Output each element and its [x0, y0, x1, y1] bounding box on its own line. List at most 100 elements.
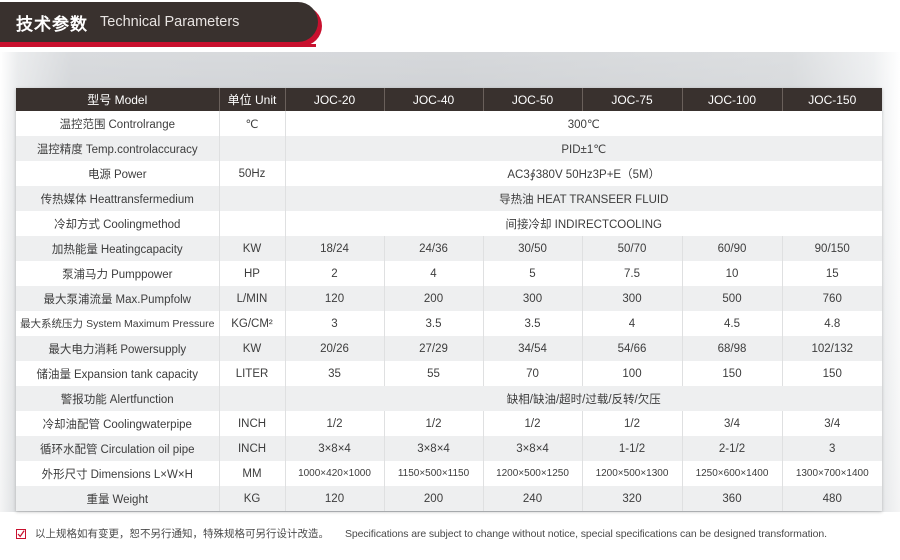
row-unit: KW — [218, 336, 285, 361]
row-label-en: Weight — [112, 493, 149, 506]
row-unit: INCH — [218, 436, 285, 461]
row-label-cn: 冷却油配管 — [42, 418, 101, 431]
row-value: 50/70 — [581, 236, 682, 261]
row-value: 90/150 — [781, 236, 882, 261]
row-unit: 50Hz — [218, 161, 285, 186]
row-value: 1300×700×1400 — [781, 461, 882, 486]
row-value: 30/50 — [482, 236, 582, 261]
row-value: 200 — [383, 486, 483, 511]
row-value: 3×8×4 — [284, 436, 384, 461]
footnote-text-en: Specifications are subject to change wit… — [345, 527, 827, 540]
row-value: 4 — [383, 261, 483, 286]
table-body: 温控范围 Controlrange ℃ 300℃ 温控精度 Temp.controlacc… — [16, 111, 882, 511]
row-unit — [218, 211, 285, 236]
row-unit: HP — [218, 261, 285, 286]
row-label-en: Pumppower — [111, 268, 173, 281]
table-row: 重量 Weight KG 120 200 240 320 360 480 — [16, 486, 882, 511]
row-value: 3 — [781, 436, 882, 461]
row-value: 300 — [581, 286, 682, 311]
row-value: 27/29 — [383, 336, 483, 361]
row-value: 4.5 — [681, 311, 782, 336]
row-label-en: Heattransfermedium — [89, 193, 194, 206]
banner-title-cn: 技术参数 — [16, 14, 88, 34]
row-value: 320 — [581, 486, 682, 511]
technical-parameters-table: 型号 Model 单位 Unit JOC-20 JOC-40 JOC-50 JOC-75 J… — [16, 88, 882, 511]
table-row: 温控范围 Controlrange ℃ 300℃ — [16, 111, 882, 136]
row-value: 300 — [482, 286, 582, 311]
column-header-joc-150: JOC-150 — [781, 88, 882, 111]
row-value: 4.8 — [781, 311, 882, 336]
row-label-cn: 加热能量 — [51, 243, 98, 256]
row-label: 最大系统压力 System Maximum Pressure — [16, 311, 219, 336]
row-label-cn: 储油量 — [36, 368, 71, 381]
row-value: 200 — [383, 286, 483, 311]
row-value: 10 — [681, 261, 782, 286]
row-label-cn: 最大泵浦流量 — [43, 293, 113, 306]
footnote-text-cn: 以上规格如有变更，恕不另行通知，特殊规格可另行设计改造。 — [35, 528, 329, 540]
row-label-en: Coolingmethod — [103, 218, 181, 231]
row-value: 1000×420×1000 — [284, 461, 384, 486]
row-label: 最大泵浦流量 Max.Pumpfolw — [16, 286, 219, 311]
row-value: 120 — [284, 486, 384, 511]
row-label: 冷却方式 Coolingmethod — [16, 211, 219, 236]
row-value: 1-1/2 — [581, 436, 682, 461]
row-value: 7.5 — [581, 261, 682, 286]
row-value: 240 — [482, 486, 582, 511]
table-row: 最大泵浦流量 Max.Pumpfolw L/MIN 120 200 300 300 500 76… — [16, 286, 882, 311]
table-row: 传热媒体 Heattransfermedium 导热油 HEAT TRANSEER … — [16, 186, 882, 211]
row-merged-value: PID±1℃ — [284, 136, 882, 161]
row-label-en: Max.Pumpfolw — [115, 293, 191, 306]
row-label-en: Controlrange — [108, 118, 175, 131]
row-label: 温控范围 Controlrange — [16, 111, 219, 136]
row-unit — [218, 136, 285, 161]
column-header-joc-100: JOC-100 — [681, 88, 782, 111]
row-label-cn: 最大电力消耗 — [48, 343, 118, 356]
row-value: 2 — [284, 261, 384, 286]
row-unit — [218, 186, 285, 211]
check-box-icon — [16, 528, 26, 539]
row-label-en: Circulation oil pipe — [100, 443, 195, 456]
table-row: 外形尺寸 Dimensions L×W×H MM 1000×420×1000 1150×… — [16, 461, 882, 486]
row-value: 68/98 — [681, 336, 782, 361]
row-label: 泵浦马力 Pumppower — [16, 261, 219, 286]
column-header-joc-20: JOC-20 — [284, 88, 384, 111]
table-row: 泵浦马力 Pumppower HP 2 4 5 7.5 10 15 — [16, 261, 882, 286]
row-label: 加热能量 Heatingcapacity — [16, 236, 219, 261]
column-header-joc-75: JOC-75 — [581, 88, 682, 111]
row-unit — [218, 386, 285, 411]
banner-red-rule — [0, 44, 316, 47]
row-value: 3 — [284, 311, 384, 336]
row-unit: KG/CM² — [218, 311, 285, 336]
row-label-cn: 传热媒体 — [40, 193, 87, 206]
row-label-cn: 温控范围 — [59, 118, 106, 131]
table-row: 冷却方式 Coolingmethod 间接冷却 INDIRECTCOOLING — [16, 211, 882, 236]
row-label-en: Alertfunction — [109, 393, 174, 406]
row-value: 18/24 — [284, 236, 384, 261]
row-label: 传热媒体 Heattransfermedium — [16, 186, 219, 211]
table-row: 温控精度 Temp.controlaccuracy PID±1℃ — [16, 136, 882, 161]
row-value: 1/2 — [581, 411, 682, 436]
table-row: 最大系统压力 System Maximum Pressure KG/CM² 3 3.5 3… — [16, 311, 882, 336]
row-value: 54/66 — [581, 336, 682, 361]
row-label-cn: 泵浦马力 — [62, 268, 109, 281]
row-value: 1/2 — [284, 411, 384, 436]
row-value: 4 — [581, 311, 682, 336]
row-value: 1/2 — [383, 411, 483, 436]
row-value: 70 — [482, 361, 582, 386]
column-header-unit: 单位 Unit — [218, 88, 285, 111]
row-value: 1/2 — [482, 411, 582, 436]
row-label: 冷却油配管 Coolingwaterpipe — [16, 411, 219, 436]
row-value: 20/26 — [284, 336, 384, 361]
row-label: 警报功能 Alertfunction — [16, 386, 219, 411]
row-value: 35 — [284, 361, 384, 386]
row-value: 360 — [681, 486, 782, 511]
row-value: 100 — [581, 361, 682, 386]
row-label-en: Expansion tank capacity — [73, 368, 199, 381]
footnote: 以上规格如有变更，恕不另行通知，特殊规格可另行设计改造。 Specificati… — [16, 526, 886, 541]
row-label-cn: 外形尺寸 — [41, 468, 88, 481]
row-label-cn: 循环水配管 — [40, 443, 98, 456]
row-label: 温控精度 Temp.controlaccuracy — [16, 136, 219, 161]
row-value: 24/36 — [383, 236, 483, 261]
table-row: 冷却油配管 Coolingwaterpipe INCH 1/2 1/2 1/2 1/2 3/4… — [16, 411, 882, 436]
row-value: 3×8×4 — [482, 436, 582, 461]
